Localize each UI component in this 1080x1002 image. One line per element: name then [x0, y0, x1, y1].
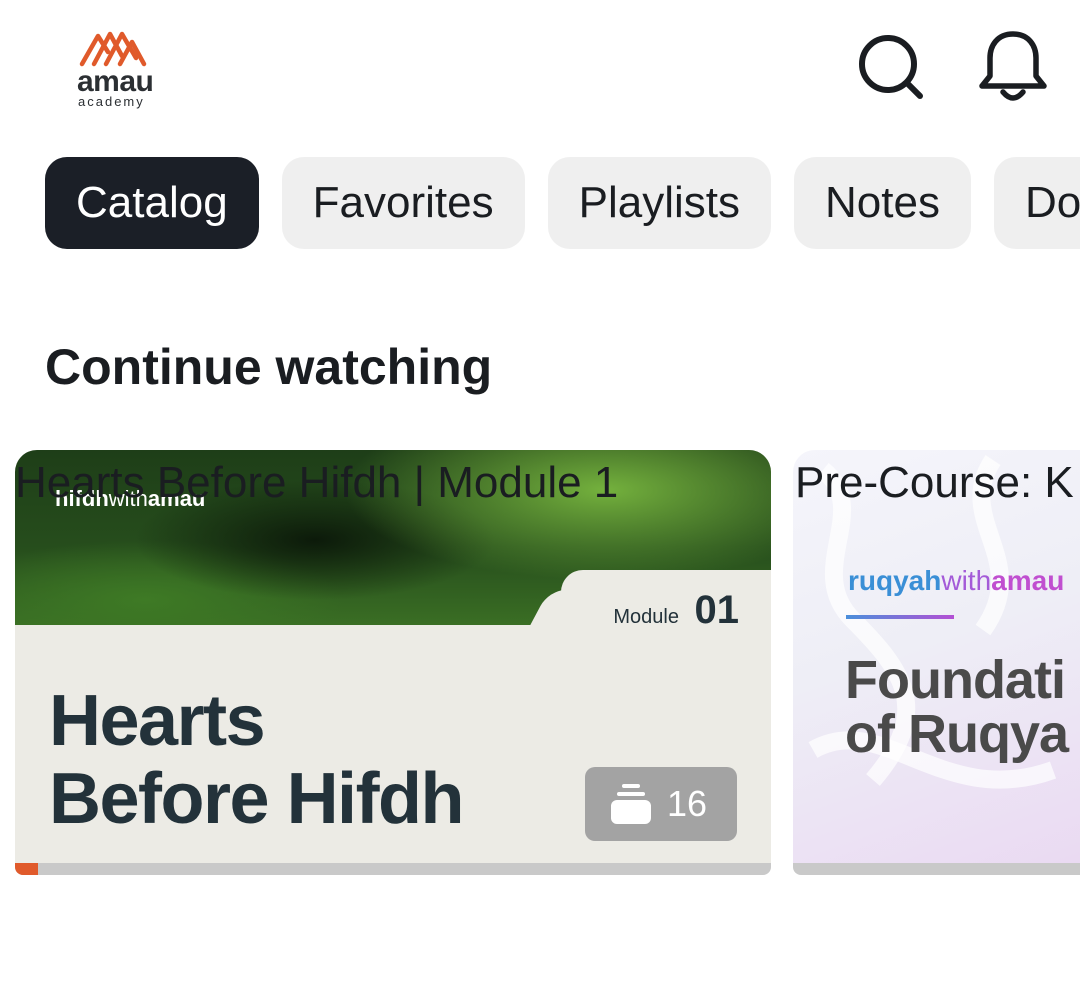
tab-favorites[interactable]: Favorites — [281, 157, 525, 249]
tab-notes[interactable]: Notes — [794, 157, 971, 249]
tab-catalog[interactable]: Catalog — [45, 157, 259, 249]
bell-icon — [979, 31, 1047, 101]
lesson-count-badge: 16 — [585, 767, 737, 841]
amau-logo-icon — [79, 31, 147, 67]
course-card-title[interactable]: Pre-Course: K — [795, 455, 1074, 511]
course-card[interactable]: ruqyahwithamau Foundati of Ruqya — [793, 450, 1080, 875]
app-screen: amau academy Catalog Favorites Playlists… — [0, 0, 1080, 1002]
category-tabs: Catalog Favorites Playlists Notes Do — [45, 157, 1080, 249]
amau-logo[interactable]: amau academy — [70, 28, 160, 110]
module-label: Module — [613, 606, 679, 628]
tab-playlists[interactable]: Playlists — [547, 157, 771, 249]
watch-progress-bar — [15, 863, 771, 875]
course-brand: ruqyahwithamau — [848, 565, 1065, 596]
course-heading: Foundati of Ruqya — [845, 650, 1069, 764]
course-card[interactable]: hifdhwithamau Module 01 Hearts Before Hi… — [15, 450, 771, 875]
course-card-title[interactable]: Hearts Before Hifdh | Module 1 — [15, 455, 618, 511]
course-heading: Hearts Before Hifdh — [49, 681, 465, 839]
tab-downloads[interactable]: Do — [993, 157, 1080, 249]
course-thumbnail: hifdhwithamau Module 01 Hearts Before Hi… — [15, 450, 771, 863]
stack-icon — [611, 784, 651, 824]
lesson-count: 16 — [667, 783, 708, 824]
notifications-button[interactable] — [974, 28, 1052, 106]
section-title: Continue watching — [45, 339, 493, 395]
module-number: 01 — [694, 588, 740, 632]
search-button[interactable] — [852, 28, 930, 106]
logo-subtitle: academy — [78, 94, 145, 109]
brand-underline — [846, 615, 954, 619]
watch-progress-bar — [793, 863, 1080, 875]
search-icon — [859, 35, 923, 99]
watch-progress-fill — [15, 863, 38, 875]
course-thumbnail: ruqyahwithamau Foundati of Ruqya — [793, 450, 1080, 863]
